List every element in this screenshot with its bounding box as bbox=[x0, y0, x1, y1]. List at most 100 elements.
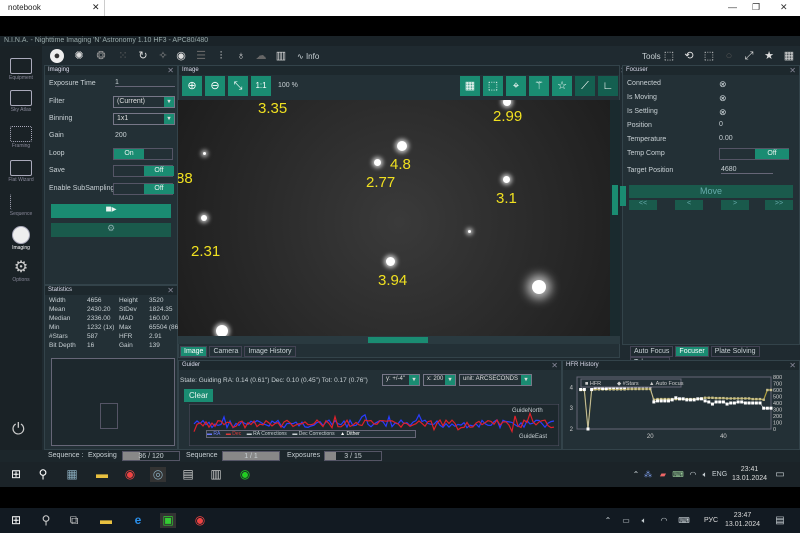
tab-camera[interactable]: Camera bbox=[209, 346, 243, 357]
target-position-input[interactable]: 4680 bbox=[721, 166, 773, 174]
horizontal-scrollbar[interactable] bbox=[178, 336, 620, 344]
tab-plate-solving[interactable]: Plate Solving bbox=[710, 346, 760, 357]
polar-icon[interactable]: ⤢ bbox=[742, 49, 756, 63]
snapshot-settings-button[interactable]: ⚙ bbox=[51, 223, 171, 237]
grid-button[interactable]: ▦ bbox=[460, 76, 480, 96]
tray-chevron-icon[interactable]: ⌃ bbox=[600, 513, 616, 528]
focuser-icon[interactable]: ❂ bbox=[94, 49, 108, 63]
scrollbar-thumb[interactable] bbox=[368, 337, 428, 343]
windows-start-icon[interactable]: ⊞ bbox=[8, 467, 24, 482]
one-to-one-button[interactable]: 1:1 bbox=[251, 76, 271, 96]
crop-button[interactable]: ⬚ bbox=[483, 76, 503, 96]
detect-stars-button[interactable]: ☆ bbox=[552, 76, 572, 96]
frame-icon[interactable]: ⬚ bbox=[702, 49, 716, 63]
close-icon[interactable]: ✕ bbox=[789, 66, 796, 75]
drive-icon[interactable]: ▥ bbox=[208, 467, 224, 482]
remote-desktop-app-icon[interactable]: ▣ bbox=[160, 513, 176, 528]
zoom-in-button[interactable]: ⊕ bbox=[182, 76, 202, 96]
language-indicator[interactable]: РУС bbox=[704, 517, 718, 524]
windows-start-icon[interactable]: ⊞ bbox=[8, 513, 24, 528]
sidebar-item-sequence[interactable]: Sequence bbox=[0, 194, 42, 217]
network-share-icon[interactable]: ⁂ bbox=[640, 467, 656, 482]
file-explorer-icon[interactable]: ▬ bbox=[94, 467, 110, 482]
gain-input[interactable]: 200 bbox=[115, 132, 127, 139]
calculator-app-icon[interactable]: ▦ bbox=[64, 467, 80, 482]
power-icon[interactable]: ⏻ bbox=[12, 421, 25, 439]
weather-icon[interactable]: ☁ bbox=[254, 49, 268, 63]
sidebar-item-equipment[interactable]: Equipment bbox=[0, 58, 42, 81]
filter-select[interactable]: (Current) ▾ bbox=[113, 96, 175, 108]
exposure-input[interactable]: 1 bbox=[115, 79, 175, 87]
camera-icon[interactable]: ● bbox=[50, 49, 64, 63]
search-icon[interactable]: ⚲ bbox=[38, 513, 54, 528]
fit-button[interactable]: ⤡ bbox=[228, 76, 248, 96]
dome-icon[interactable]: ⫶ bbox=[214, 49, 228, 63]
clock[interactable]: 23:47 13.01.2024 bbox=[725, 511, 760, 529]
flat-device-icon[interactable]: ◉ bbox=[174, 49, 188, 63]
sidebar-item-sky-atlas[interactable]: Sky Atlas bbox=[0, 90, 42, 113]
file-explorer-icon[interactable]: ▬ bbox=[98, 513, 114, 528]
language-indicator[interactable]: ENG bbox=[712, 471, 727, 478]
tab-image-history[interactable]: Image History bbox=[244, 346, 296, 357]
wifi-icon[interactable]: ◠ bbox=[656, 513, 672, 528]
tab-image[interactable]: Image bbox=[180, 346, 208, 357]
start-capture-button[interactable]: ■▸ bbox=[51, 204, 171, 218]
filter-wheel-icon[interactable]: ✺ bbox=[72, 49, 86, 63]
y-scale-select[interactable]: y: +/-4" ▾ bbox=[382, 374, 420, 386]
nina-app-icon[interactable]: ◎ bbox=[150, 467, 166, 482]
move-left-large-button[interactable]: << bbox=[629, 200, 657, 210]
close-icon[interactable]: ✕ bbox=[167, 286, 174, 295]
volume-icon[interactable]: 🔈︎ bbox=[697, 467, 713, 482]
battery-icon[interactable]: ▭ bbox=[618, 513, 634, 528]
keyboard-icon[interactable]: ⌨ bbox=[676, 513, 692, 528]
panel-splitter[interactable] bbox=[620, 186, 626, 206]
close-tab-icon[interactable]: ✕ bbox=[92, 2, 100, 13]
sidebar-item-imaging[interactable]: Imaging bbox=[0, 226, 42, 251]
telescope-icon[interactable]: ⁙ bbox=[116, 49, 130, 63]
x-scale-select[interactable]: x: 200 ▾ bbox=[423, 374, 456, 386]
clock[interactable]: 23:41 13.01.2024 bbox=[732, 465, 767, 483]
focus-target-icon[interactable]: ⬚ bbox=[662, 49, 676, 63]
subsampling-toggle[interactable]: Off bbox=[113, 183, 174, 195]
crosshair-button[interactable]: ⌖ bbox=[506, 76, 526, 96]
circle-icon[interactable]: ○ bbox=[722, 49, 736, 63]
tab-auto-focus[interactable]: Auto Focus bbox=[630, 346, 674, 357]
sidebar-item-framing[interactable]: Framing bbox=[0, 126, 42, 149]
rotator-icon[interactable]: ↻ bbox=[136, 49, 150, 63]
close-icon[interactable]: ✕ bbox=[167, 66, 174, 75]
notifications-icon[interactable]: ▭ bbox=[772, 467, 788, 482]
close-icon[interactable]: ✕ bbox=[789, 361, 796, 370]
close-window-button[interactable]: ✕ bbox=[780, 2, 788, 13]
switch-icon[interactable]: ☰ bbox=[194, 49, 208, 63]
minimize-button[interactable]: — bbox=[728, 2, 737, 12]
histogram-icon[interactable]: ▥ bbox=[274, 49, 288, 63]
browser-tab[interactable]: notebook bbox=[0, 0, 105, 16]
volume-icon[interactable]: 🔈︎ bbox=[636, 513, 652, 528]
move-right-button[interactable]: > bbox=[721, 200, 749, 210]
move-left-button[interactable]: < bbox=[675, 200, 703, 210]
loop-toggle[interactable]: On bbox=[113, 148, 173, 160]
clear-button[interactable]: Clear bbox=[184, 389, 213, 402]
save-toggle[interactable]: Off bbox=[113, 165, 174, 177]
phd2-icon[interactable]: ◉ bbox=[237, 467, 253, 482]
history-icon[interactable]: ⟲ bbox=[682, 49, 696, 63]
info-button[interactable]: ∿ Info bbox=[297, 52, 319, 61]
scrollbar-thumb[interactable] bbox=[612, 185, 618, 215]
guider-icon[interactable]: ✧ bbox=[156, 49, 170, 63]
tab-focuser[interactable]: Focuser bbox=[675, 346, 709, 357]
search-icon[interactable]: ⚲ bbox=[35, 467, 51, 482]
chrome-icon[interactable]: ◉ bbox=[122, 467, 138, 482]
unit-select[interactable]: unit: ARCSECONDS ▾ bbox=[459, 374, 532, 386]
rotate-button[interactable]: ∟ bbox=[598, 76, 618, 96]
move-right-large-button[interactable]: >> bbox=[765, 200, 793, 210]
sidebar-item-options[interactable]: ⚙ Options bbox=[0, 260, 42, 284]
task-view-icon[interactable]: ⧉ bbox=[66, 513, 82, 528]
remote-desktop-icon[interactable]: ▤ bbox=[180, 467, 196, 482]
safety-icon[interactable]: ♁ bbox=[234, 49, 248, 63]
binning-select[interactable]: 1x1 ▾ bbox=[113, 113, 175, 125]
zoom-out-button[interactable]: ⊖ bbox=[205, 76, 225, 96]
sidebar-item-flat-wizard[interactable]: Flat Wizard bbox=[0, 160, 42, 183]
tray-app2-icon[interactable]: ⌨ bbox=[670, 467, 686, 482]
edge-icon[interactable]: e bbox=[130, 513, 146, 528]
notifications-icon[interactable]: ▤ bbox=[772, 513, 788, 528]
